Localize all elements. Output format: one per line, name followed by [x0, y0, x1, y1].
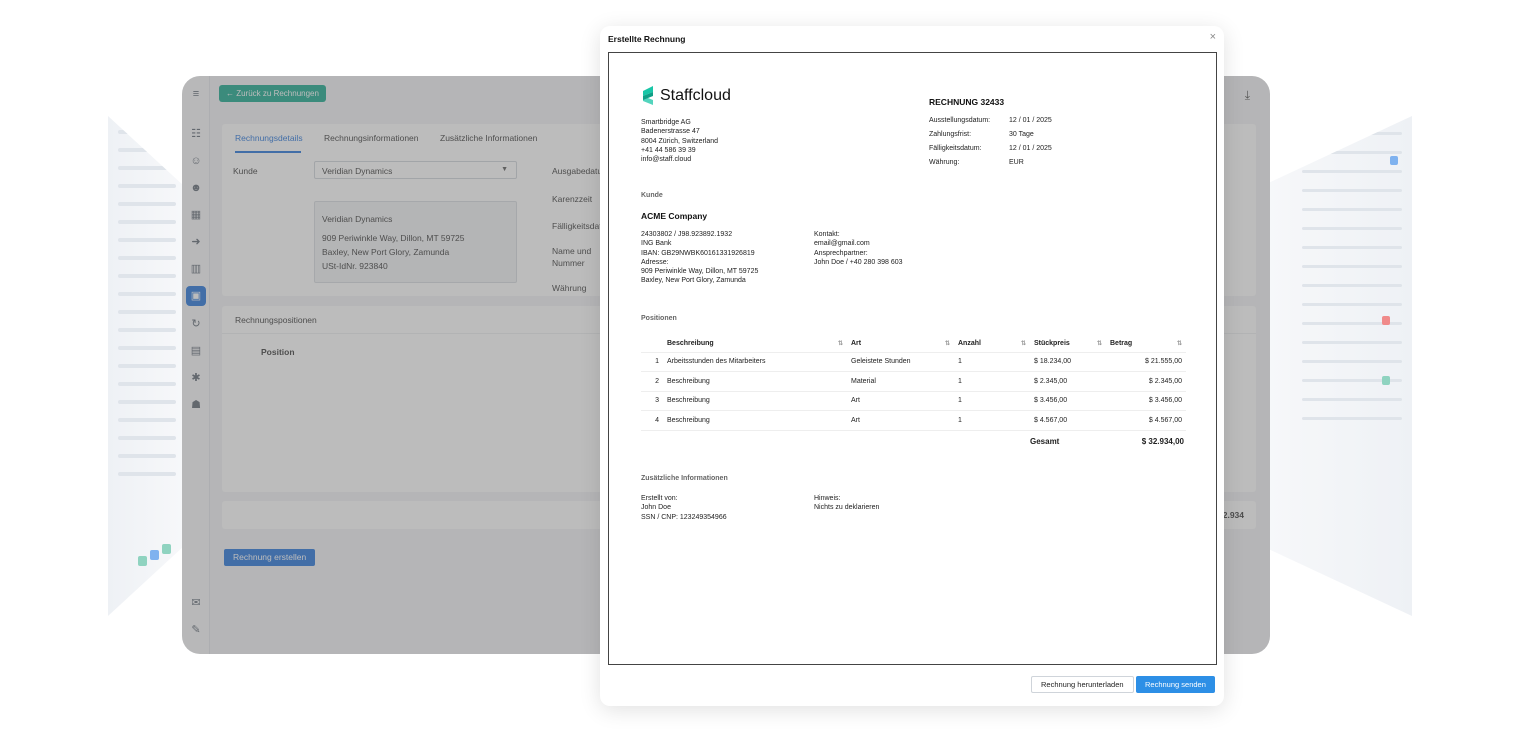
table-row: 3 Beschreibung Art 1 $ 3.456,00 $ 3.456,…: [641, 391, 1186, 411]
logo-text: Staffcloud: [660, 87, 731, 104]
column-header-unit-price[interactable]: Stückpreis ⇅: [1030, 336, 1106, 353]
table-row: 1 Arbeitsstunden des Mitarbeiters Geleis…: [641, 352, 1186, 372]
note-line: Hinweis:: [814, 495, 841, 502]
issue-date-label: Ausstellungsdatum:: [929, 117, 991, 124]
row-type: Geleistete Stunden: [847, 352, 954, 372]
index-header: [641, 336, 663, 353]
created-invoice-modal: Erstellte Rechnung × Staffcloud Smartbri…: [600, 26, 1224, 706]
row-amount: $ 3.456,00: [1106, 391, 1186, 411]
customer-line: Baxley, New Port Glory, Zamunda: [641, 277, 746, 285]
row-quantity: 1: [954, 371, 1030, 392]
customer-details: 24303802 / J98.923892.1932 ING Bank IBAN…: [641, 230, 758, 286]
contact-details: Kontakt: email@gmail.com Ansprechpartner…: [814, 230, 903, 267]
sort-icon[interactable]: ⇅: [1021, 340, 1026, 347]
row-unit-price: $ 18.234,00: [1030, 352, 1106, 372]
additional-info-heading: Zusätzliche Informationen: [641, 475, 728, 482]
row-unit-price: $ 2.345,00: [1030, 371, 1106, 392]
column-header-description[interactable]: Beschreibung ⇅: [663, 336, 847, 353]
payment-term-label: Zahlungsfrist:: [929, 131, 972, 138]
customer-line: ING Bank: [641, 240, 672, 248]
row-type: Art: [847, 391, 954, 411]
row-index: 3: [641, 391, 663, 411]
sender-line: 8004 Zürich, Switzerland: [641, 137, 719, 145]
positions-table: Beschreibung ⇅ Art ⇅ Anzahl ⇅ Stückpreis ⇅ B…: [641, 336, 1186, 431]
customer-line: 909 Periwinkle Way, Dillon, MT 59725: [641, 268, 759, 276]
column-header-type[interactable]: Art ⇅: [847, 336, 954, 353]
currency-label: Währung:: [929, 159, 960, 166]
header-label: Stückpreis: [1034, 340, 1070, 348]
customer-line: 24303802 / J98.923892.1932: [641, 231, 733, 238]
header-label: Anzahl: [958, 340, 981, 348]
note-info: Hinweis: Nichts zu deklarieren: [814, 494, 879, 513]
note-line: Nichts zu deklarieren: [814, 504, 880, 512]
row-type: Material: [847, 371, 954, 392]
customer-line: IBAN: GB29NWBK60161331926819: [641, 249, 755, 257]
row-description: Beschreibung: [663, 410, 847, 431]
sender-line: +41 44 586 39 39: [641, 146, 696, 154]
right-preview-panel: [1262, 116, 1412, 616]
row-description: Arbeitsstunden des Mitarbeiters: [663, 352, 847, 372]
header-label: Beschreibung: [667, 340, 714, 348]
customer-name: ACME Company: [641, 211, 708, 221]
invoice-meta: Ausstellungsdatum: 12 / 01 / 2025 Zahlung…: [929, 114, 1052, 170]
sort-icon[interactable]: ⇅: [945, 340, 950, 347]
payment-term-value: 30 Tage: [1009, 131, 1034, 138]
contact-line: email@gmail.com: [814, 240, 870, 248]
contact-line: John Doe / +40 280 398 603: [814, 258, 903, 266]
row-index: 1: [641, 352, 663, 372]
currency-value: EUR: [1009, 159, 1024, 166]
row-type: Art: [847, 410, 954, 431]
row-description: Beschreibung: [663, 391, 847, 411]
table-header-row: Beschreibung ⇅ Art ⇅ Anzahl ⇅ Stückpreis ⇅ B…: [641, 336, 1186, 353]
contact-line: Ansprechpartner:: [814, 249, 868, 257]
screen: ≡ ☷ ☺ ☻ ▦ ➜ ▥ ▣ ↻ ▤ ✱ ☗ ✉ ✎ ← Zurück zu …: [0, 0, 1520, 732]
row-index: 2: [641, 371, 663, 392]
row-quantity: 1: [954, 391, 1030, 411]
row-amount: $ 4.567,00: [1106, 410, 1186, 431]
sender-line: Badenerstrasse 47: [641, 128, 700, 136]
sender-email: info@staff.cloud: [641, 156, 692, 164]
column-header-amount[interactable]: Betrag ⇅: [1106, 336, 1186, 353]
positions-heading: Positionen: [641, 315, 677, 322]
total-value: $ 32.934,00: [1141, 437, 1184, 446]
due-date-value: 12 / 01 / 2025: [1009, 145, 1052, 152]
contact-line: Kontakt:: [814, 231, 840, 238]
table-row: 4 Beschreibung Art 1 $ 4.567,00 $ 4.567,…: [641, 410, 1186, 431]
row-quantity: 1: [954, 352, 1030, 372]
header-label: Betrag: [1110, 340, 1133, 348]
created-by-info: Erstellt von: John Doe SSN / CNP: 123249…: [641, 494, 727, 522]
customer-heading: Kunde: [641, 192, 663, 199]
invoice-document: Staffcloud Smartbridge AG Badenerstrasse…: [608, 52, 1217, 665]
sender-address: Smartbridge AG Badenerstrasse 47 8004 Zü…: [641, 118, 718, 164]
row-quantity: 1: [954, 410, 1030, 431]
sort-icon[interactable]: ⇅: [1177, 340, 1182, 347]
row-description: Beschreibung: [663, 371, 847, 392]
download-invoice-button[interactable]: Rechnung herunterladen: [1031, 676, 1134, 693]
due-date-label: Fälligkeitsdatum:: [929, 145, 982, 152]
created-line: Erstellt von:: [641, 495, 678, 502]
row-index: 4: [641, 410, 663, 431]
staffcloud-logo: Staffcloud: [641, 85, 731, 107]
sort-icon[interactable]: ⇅: [838, 340, 843, 347]
column-header-quantity[interactable]: Anzahl ⇅: [954, 336, 1030, 353]
created-line: John Doe: [641, 504, 671, 512]
customer-line: Adresse:: [641, 258, 669, 266]
left-preview-panel: [108, 116, 184, 616]
issue-date-value: 12 / 01 / 2025: [1009, 117, 1052, 124]
logo-mark-icon: [643, 86, 653, 105]
row-amount: $ 2.345,00: [1106, 371, 1186, 392]
row-unit-price: $ 4.567,00: [1030, 410, 1106, 431]
sender-line: Smartbridge AG: [641, 119, 691, 126]
header-label: Art: [851, 340, 862, 348]
sort-icon[interactable]: ⇅: [1097, 340, 1102, 347]
row-amount: $ 21.555,00: [1106, 352, 1186, 372]
row-unit-price: $ 3.456,00: [1030, 391, 1106, 411]
created-line: SSN / CNP: 123249354966: [641, 513, 727, 521]
modal-title: Erstellte Rechnung: [608, 34, 686, 44]
send-invoice-button[interactable]: Rechnung senden: [1136, 676, 1215, 693]
table-row: 2 Beschreibung Material 1 $ 2.345,00 $ 2…: [641, 371, 1186, 392]
total-label: Gesamt: [1030, 437, 1060, 446]
close-icon[interactable]: ×: [1210, 31, 1216, 43]
invoice-number-title: RECHNUNG 32433: [929, 97, 1005, 107]
